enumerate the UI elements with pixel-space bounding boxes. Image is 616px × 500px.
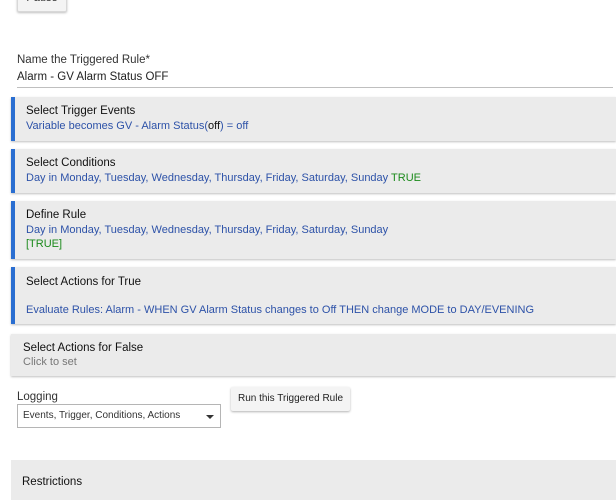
actions-false-hint: Click to set [23,356,77,368]
trigger-events-card[interactable]: Select Trigger Events Variable becomes G… [11,97,616,141]
define-rule-title: Define Rule [26,209,87,221]
logging-select[interactable]: Events, Trigger, Conditions, Actions [17,404,221,428]
logging-label: Logging [17,391,58,403]
conditions-card[interactable]: Select Conditions Day in Monday, Tuesday… [11,149,616,193]
dropdown-caret-icon [206,415,214,419]
conditions-summary: Day in Monday, Tuesday, Wednesday, Thurs… [26,172,421,184]
rule-name-input[interactable]: Alarm - GV Alarm Status OFF [17,71,613,83]
conditions-true: TRUE [391,172,421,184]
pause-button[interactable]: Pause [17,0,67,12]
rule-name-label: Name the Triggered Rule* [17,54,150,66]
actions-false-title: Select Actions for False [23,342,144,354]
logging-value: Events, Trigger, Conditions, Actions [23,410,181,421]
actions-true-title: Select Actions for True [26,276,142,288]
restrictions-title: Restrictions [22,476,83,488]
trigger-events-summary: Variable becomes GV - Alarm Status(off) … [26,120,249,132]
conditions-title: Select Conditions [26,157,116,169]
trigger-events-title: Select Trigger Events [26,105,136,117]
define-rule-summary: Day in Monday, Tuesday, Wednesday, Thurs… [26,224,389,236]
define-rule-card[interactable]: Define Rule Day in Monday, Tuesday, Wedn… [11,201,616,259]
actions-true-summary: Evaluate Rules: Alarm - WHEN GV Alarm St… [26,304,535,316]
rule-name-underline [17,87,613,88]
run-rule-button[interactable]: Run this Triggered Rule [231,387,350,411]
define-rule-result: [TRUE] [26,238,63,250]
actions-true-card[interactable]: Select Actions for True Evaluate Rules: … [11,267,616,324]
actions-false-card[interactable]: Select Actions for False Click to set [11,334,616,376]
restrictions-section[interactable]: Restrictions [11,460,616,500]
